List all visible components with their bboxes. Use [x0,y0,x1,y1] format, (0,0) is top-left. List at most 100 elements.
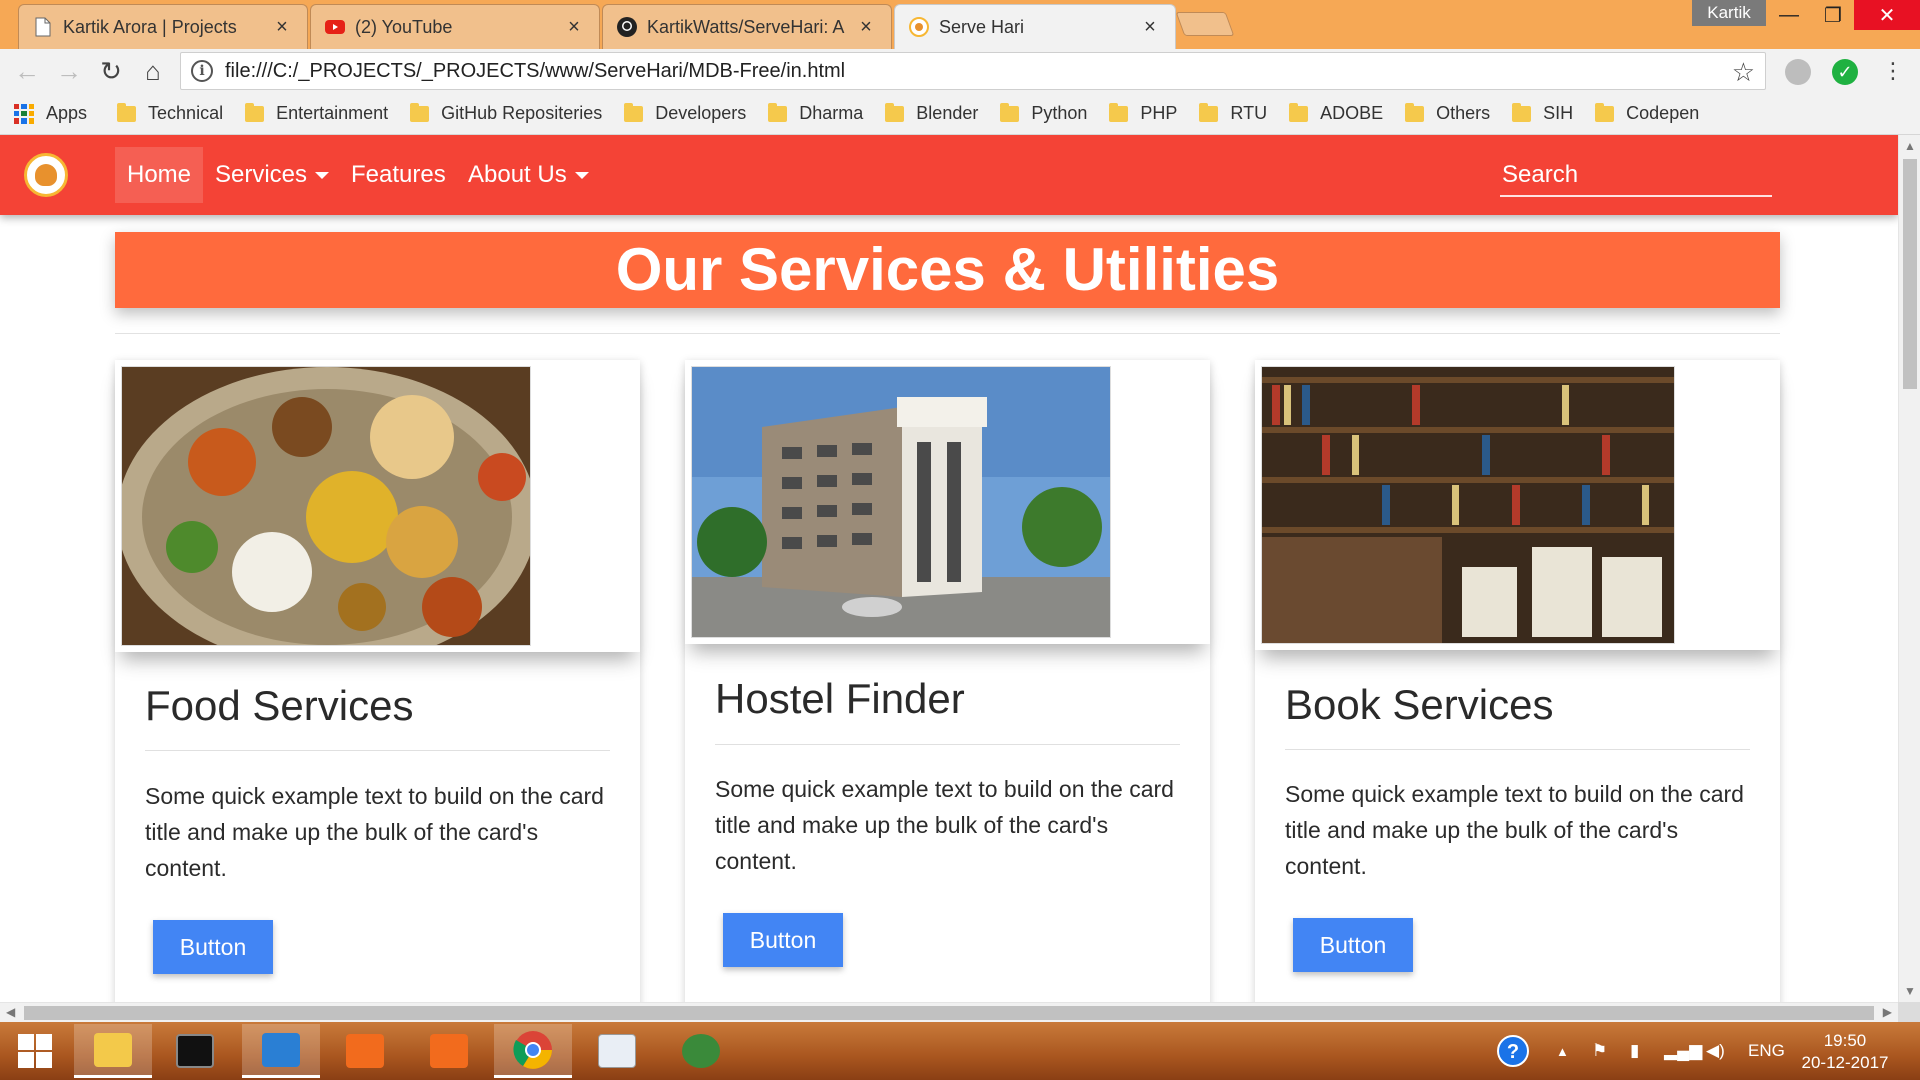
card-text: Some quick example text to build on the … [715,776,1174,874]
clock-time: 19:50 [1823,1031,1867,1050]
tab-serve-hari[interactable]: Serve Hari × [894,4,1176,49]
forward-arrow-icon[interactable]: → [52,55,86,87]
new-tab-button[interactable] [1175,12,1235,36]
bookmark-folder[interactable]: Developers [624,102,746,124]
close-tab-icon[interactable]: × [1139,16,1161,39]
caret-down-icon [315,171,330,179]
card-title: Hostel Finder [715,675,965,722]
nav-about-us[interactable]: About Us [456,147,601,203]
bookmark-folder[interactable]: ADOBE [1289,102,1383,124]
nav-services[interactable]: Services [203,147,341,203]
scroll-left-arrow-icon[interactable]: ◀ [6,1005,15,1019]
action-center-icon[interactable]: ⚑ [1592,1022,1607,1080]
page-headline: Our Services & Utilities [115,232,1780,308]
bookmark-folder[interactable]: GitHub Repositeries [410,102,602,124]
tab-title: KartikWatts/ServeHari: A [647,16,845,37]
close-tab-icon[interactable]: × [271,16,293,39]
home-icon[interactable]: ⌂ [136,55,170,87]
show-hidden-icons-icon[interactable]: ▲ [1556,1022,1569,1080]
nav-features[interactable]: Features [339,147,458,203]
bookmark-apps[interactable]: Apps [14,103,87,124]
clock[interactable]: 19:50 20-12-2017 [1790,1030,1900,1074]
card-text: Some quick example text to build on the … [1285,781,1744,879]
vertical-scrollbar[interactable]: ▲ ▼ [1898,135,1920,1002]
python-file-icon[interactable] [578,1024,656,1078]
bookmark-folder[interactable]: Python [1000,102,1087,124]
back-arrow-icon[interactable]: ← [10,55,44,87]
windows-start-icon[interactable] [0,1024,70,1078]
bookmark-folder[interactable]: Others [1405,102,1490,124]
bookmarks-bar: Apps Technical Entertainment GitHub Repo… [0,93,1920,135]
search-input[interactable] [1502,161,1772,189]
help-icon[interactable]: ? [1496,1022,1530,1080]
maximize-icon[interactable]: ❐ [1810,0,1856,30]
language-indicator[interactable]: ENG [1748,1022,1785,1080]
volume-icon[interactable]: ◀) [1706,1022,1725,1080]
camera-app-icon[interactable] [410,1024,488,1078]
check-extension-icon[interactable]: ✓ [1832,59,1858,85]
servehari-favicon [909,17,929,37]
tab-github-servehari[interactable]: KartikWatts/ServeHari: A × [602,4,892,49]
battery-icon[interactable]: ▮ [1630,1022,1639,1080]
command-prompt-icon[interactable] [156,1024,234,1078]
chrome-icon[interactable] [494,1024,572,1078]
vscode-icon[interactable] [242,1024,320,1078]
folder-icon [885,102,905,122]
svg-text:?: ? [1507,1041,1519,1063]
bookmark-folder[interactable]: Codepen [1595,102,1699,124]
reload-icon[interactable]: ↻ [94,55,128,87]
card-image-frame [115,360,640,652]
page-icon [33,17,53,37]
card-button[interactable]: Button [1293,918,1413,972]
scroll-down-arrow-icon[interactable]: ▼ [1899,984,1920,998]
card-hostel-finder: Hostel Finder Some quick example text to… [685,360,1210,1002]
profile-button[interactable]: Kartik [1692,0,1766,26]
card-button[interactable]: Button [723,913,843,967]
scroll-corner [1898,1002,1920,1022]
folder-icon [1109,102,1129,122]
bookmark-star-icon[interactable]: ☆ [1732,57,1755,88]
screen-capture-icon[interactable] [326,1024,404,1078]
scroll-up-arrow-icon[interactable]: ▲ [1899,139,1920,153]
scroll-right-arrow-icon[interactable]: ▶ [1883,1005,1892,1019]
close-tab-icon[interactable]: × [563,16,585,39]
close-tab-icon[interactable]: × [855,16,877,39]
bookmark-folder[interactable]: RTU [1199,102,1267,124]
close-window-icon[interactable]: ✕ [1854,0,1920,30]
bookmark-folder[interactable]: Entertainment [245,102,388,124]
extension-icon[interactable] [1785,59,1811,85]
menu-kebab-icon[interactable]: ⋮ [1876,55,1910,87]
windows-taskbar: ? ▲ ⚑ ▮ ▂▄▆ ◀) ENG 19:50 20-12-2017 [0,1022,1920,1080]
bookmark-folder[interactable]: SIH [1512,102,1573,124]
servehari-logo[interactable] [24,153,68,197]
scrollbar-thumb[interactable] [1903,159,1917,389]
caret-down-icon [574,171,589,179]
bookmark-folder[interactable]: Technical [117,102,223,124]
scrollbar-thumb[interactable] [24,1006,1874,1020]
folder-icon [1595,102,1615,122]
bookmark-folder[interactable]: Dharma [768,102,863,124]
tab-youtube[interactable]: (2) YouTube × [310,4,600,49]
minimize-icon[interactable]: — [1766,0,1812,30]
address-bar[interactable]: i file:///C:/_PROJECTS/_PROJECTS/www/Ser… [180,52,1766,90]
network-globe-icon[interactable] [662,1024,740,1078]
file-explorer-icon[interactable] [74,1024,152,1078]
card-divider [1285,749,1750,750]
nav-home[interactable]: Home [115,147,204,203]
card-text: Some quick example text to build on the … [145,783,604,881]
tab-title: (2) YouTube [355,16,453,37]
hostel-building-image [691,366,1111,638]
card-image-frame [685,360,1210,644]
tab-kartik-arora-projects[interactable]: Kartik Arora | Projects × [18,4,308,49]
folder-icon [1405,102,1425,122]
url-text: file:///C:/_PROJECTS/_PROJECTS/www/Serve… [225,59,846,82]
info-icon[interactable]: i [191,60,213,82]
tab-title: Kartik Arora | Projects [63,16,237,37]
bookmark-folder[interactable]: Blender [885,102,978,124]
search-field[interactable] [1500,155,1772,197]
horizontal-scrollbar[interactable]: ◀ ▶ [0,1002,1898,1022]
youtube-icon [325,17,345,37]
bookmark-folder[interactable]: PHP [1109,102,1177,124]
network-signal-icon[interactable]: ▂▄▆ [1664,1022,1702,1080]
card-button[interactable]: Button [153,920,273,974]
